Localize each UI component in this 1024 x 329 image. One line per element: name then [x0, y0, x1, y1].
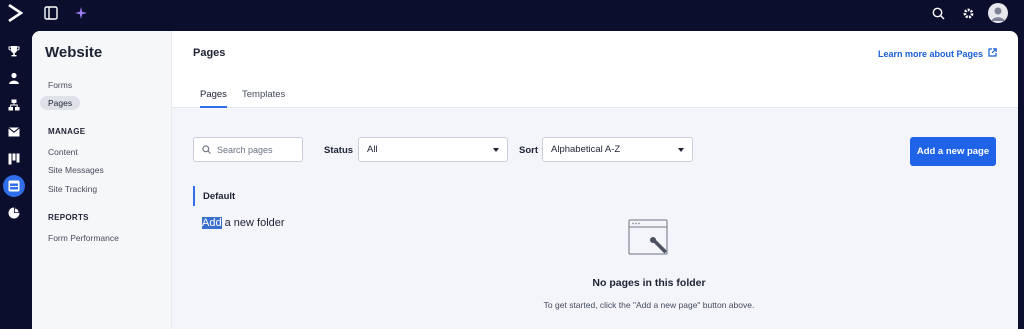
- chevron-logo-icon[interactable]: [6, 3, 24, 23]
- add-new-folder-highlight[interactable]: Add: [202, 217, 222, 229]
- folder-default[interactable]: Default: [193, 186, 235, 206]
- user-avatar-icon[interactable]: [988, 3, 1008, 23]
- status-label: Status: [324, 145, 354, 156]
- learn-more-link[interactable]: Learn more about Pages: [878, 48, 997, 59]
- main-card: Website Forms Pages MANAGE Content Site …: [32, 31, 1018, 329]
- subnav-item-site-messages[interactable]: Site Messages: [48, 165, 104, 175]
- sidebar-toggle-icon[interactable]: [43, 4, 59, 22]
- sparkle-icon[interactable]: [73, 4, 89, 22]
- add-new-folder-link[interactable]: Add a new folder: [202, 217, 285, 229]
- trophy-icon[interactable]: [4, 41, 24, 61]
- search-pages-field[interactable]: [193, 137, 303, 162]
- subnav-item-site-tracking[interactable]: Site Tracking: [48, 184, 97, 194]
- subnav-title: Website: [45, 44, 103, 61]
- subnav-section-manage: MANAGE: [48, 127, 86, 136]
- subnav-item-form-performance[interactable]: Form Performance: [48, 233, 119, 243]
- sort-select[interactable]: Alphabetical A-Z: [542, 137, 693, 162]
- add-new-folder-rest[interactable]: a new folder: [222, 217, 285, 229]
- tab-pages[interactable]: Pages: [200, 89, 227, 108]
- subnav-section-reports: REPORTS: [48, 213, 89, 222]
- envelope-icon[interactable]: [4, 122, 24, 142]
- top-bar: [0, 0, 1024, 27]
- status-select[interactable]: All: [358, 137, 508, 162]
- empty-state-title: No pages in this folder: [592, 277, 706, 289]
- pie-chart-icon[interactable]: [4, 203, 24, 223]
- search-icon: [202, 141, 211, 159]
- website-subnav: Website Forms Pages MANAGE Content Site …: [32, 31, 172, 329]
- sort-label: Sort: [519, 145, 538, 156]
- subnav-item-forms[interactable]: Forms: [48, 80, 72, 90]
- kanban-icon[interactable]: [4, 149, 24, 169]
- search-icon[interactable]: [929, 4, 947, 22]
- person-icon[interactable]: [4, 68, 24, 88]
- learn-more-label[interactable]: Learn more about Pages: [878, 49, 983, 59]
- sort-select-value: Alphabetical A-Z: [551, 144, 621, 155]
- chevron-down-icon: [678, 148, 684, 152]
- page-title: Pages: [193, 47, 226, 59]
- website-icon[interactable]: [3, 175, 25, 197]
- pages-content: Pages Learn more about Pages Pages Templ…: [172, 31, 1018, 329]
- subnav-item-content[interactable]: Content: [48, 147, 78, 157]
- empty-state-subtitle: To get started, click the "Add a new pag…: [543, 300, 755, 310]
- tab-templates[interactable]: Templates: [242, 89, 285, 108]
- empty-page-illustration-icon: [627, 218, 671, 256]
- external-link-icon[interactable]: [988, 48, 997, 59]
- add-new-page-button[interactable]: Add a new page: [910, 137, 996, 166]
- pages-body: Status All Sort Alphabetical A-Z Add a n…: [172, 108, 1018, 329]
- chevron-down-icon: [493, 148, 499, 152]
- subnav-item-pages[interactable]: Pages: [40, 96, 81, 110]
- org-chart-icon[interactable]: [4, 95, 24, 115]
- status-select-value: All: [367, 144, 378, 155]
- primary-nav-rail: [0, 27, 32, 329]
- gear-icon[interactable]: [959, 4, 977, 22]
- page-tabs: Pages Templates: [172, 86, 1018, 108]
- search-pages-input[interactable]: [217, 144, 297, 155]
